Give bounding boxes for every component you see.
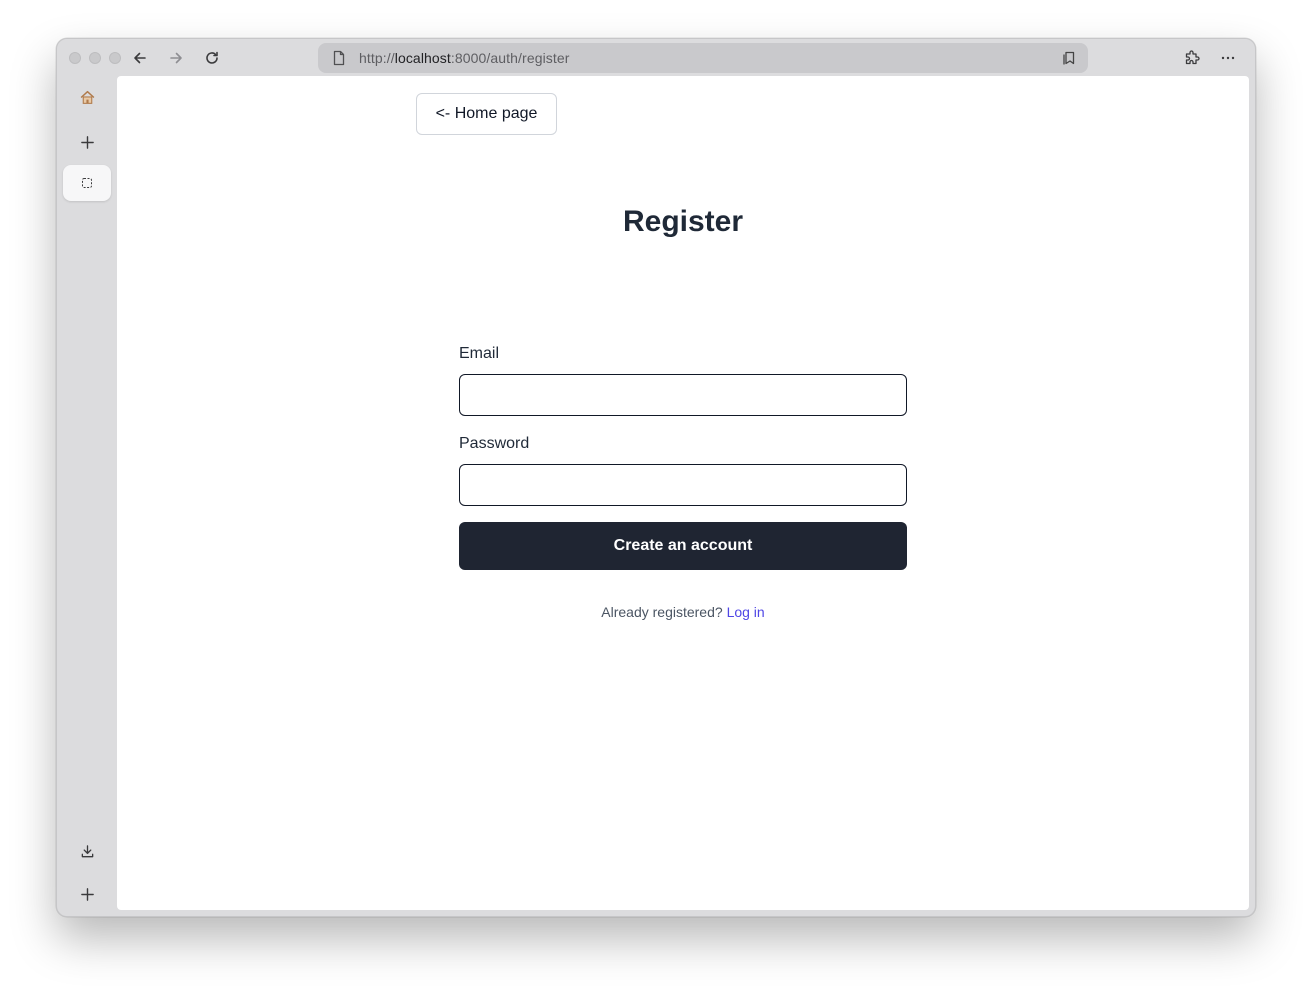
download-icon [81, 844, 93, 857]
url-path: :8000/auth/register [450, 50, 570, 66]
current-tab-button[interactable] [63, 165, 111, 201]
forward-button[interactable] [163, 47, 189, 69]
add-button[interactable] [63, 876, 111, 912]
login-link[interactable]: Log in [727, 604, 765, 620]
tab-select-icon [82, 178, 92, 188]
login-prompt: Already registered? Log in [117, 604, 1249, 620]
create-account-button[interactable]: Create an account [459, 522, 907, 570]
plus-icon [80, 135, 94, 149]
password-label: Password [459, 435, 530, 452]
url-text: http://localhost:8000/auth/register [359, 50, 570, 66]
close-window-button[interactable] [69, 52, 81, 64]
home-page-button[interactable]: <- Home page [416, 93, 557, 135]
url-host: localhost [394, 50, 451, 66]
more-menu-button[interactable] [1215, 47, 1241, 69]
extensions-icon [1185, 50, 1200, 65]
bookmark-icon[interactable] [1061, 50, 1077, 66]
url-scheme: http:// [359, 50, 395, 66]
page-viewport: <- Home page Register Email Password Cre… [117, 76, 1249, 910]
more-icon [1221, 56, 1235, 60]
reload-icon [206, 51, 218, 64]
reload-button[interactable] [199, 47, 225, 69]
back-arrow-icon [134, 52, 146, 64]
browser-window: http://localhost:8000/auth/register <- H… [56, 38, 1256, 917]
home-tab-button[interactable] [63, 79, 111, 115]
zoom-window-button[interactable] [109, 52, 121, 64]
extensions-button[interactable] [1179, 47, 1205, 69]
forward-arrow-icon [170, 52, 182, 64]
back-button[interactable] [127, 47, 153, 69]
email-label: Email [459, 345, 500, 362]
password-field[interactable] [459, 464, 907, 506]
home-icon [80, 90, 94, 104]
address-bar[interactable]: http://localhost:8000/auth/register [318, 43, 1088, 73]
minimize-window-button[interactable] [89, 52, 101, 64]
plus-icon [80, 887, 94, 901]
email-field[interactable] [459, 374, 907, 416]
new-tab-button[interactable] [63, 124, 111, 160]
downloads-button[interactable] [63, 833, 111, 869]
already-registered-text: Already registered? [601, 604, 723, 620]
page-title: Register [622, 205, 744, 238]
page-icon [331, 50, 347, 66]
window-controls [69, 52, 121, 64]
